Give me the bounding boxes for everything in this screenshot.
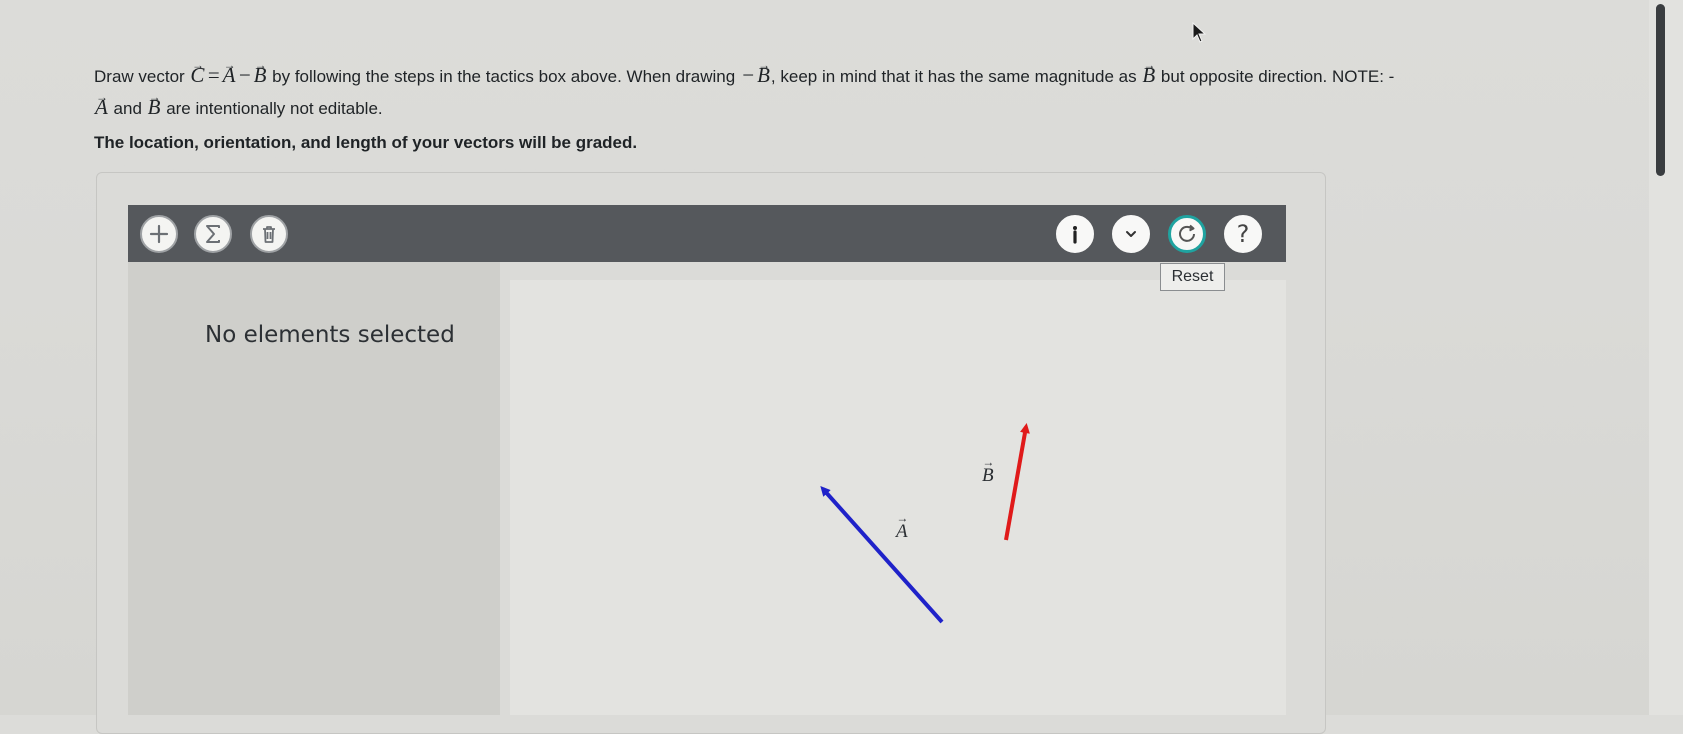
vector-a-symbol: A	[222, 60, 237, 91]
minus-symbol: −	[237, 63, 252, 87]
sigma-icon	[206, 225, 220, 243]
info-button[interactable]	[1056, 215, 1094, 253]
vector-b-symbol: B	[1141, 60, 1156, 91]
scrollbar-thumb[interactable]	[1656, 4, 1665, 176]
negative-sign: −	[740, 63, 756, 87]
vector-a-symbol: A	[94, 92, 109, 123]
options-dropdown-button[interactable]	[1112, 215, 1150, 253]
help-button[interactable]: ?	[1224, 215, 1262, 253]
prompt-text: and	[108, 99, 147, 118]
sum-button[interactable]	[194, 215, 232, 253]
reset-tooltip: Reset	[1160, 263, 1225, 291]
prompt-text: are intentionally not editable.	[161, 99, 383, 118]
delete-button[interactable]	[250, 215, 288, 253]
question-prompt: Draw vector C = A − B by following the s…	[94, 60, 1584, 124]
vector-a-label: A	[896, 521, 908, 543]
drawing-canvas[interactable]	[510, 280, 1286, 715]
vector-c-symbol: C	[189, 60, 205, 91]
vector-b-label: B	[982, 465, 994, 487]
plus-icon	[149, 224, 169, 244]
prompt-text: but opposite direction. NOTE: -	[1156, 67, 1395, 86]
mouse-cursor-icon	[1192, 21, 1208, 49]
reset-button[interactable]	[1168, 215, 1206, 253]
drawing-toolbar: ?	[128, 205, 1286, 262]
prompt-text: , keep in mind that it has the same magn…	[770, 67, 1142, 86]
info-icon	[1073, 226, 1077, 244]
vector-b-symbol: B	[253, 60, 268, 91]
vector-b-symbol: B	[756, 60, 771, 91]
grading-note: The location, orientation, and length of…	[94, 133, 638, 152]
scrollbar-track[interactable]	[1649, 0, 1683, 715]
vector-b-symbol: B	[147, 92, 162, 123]
prompt-text: by following the steps in the tactics bo…	[267, 67, 740, 86]
add-vector-button[interactable]	[140, 215, 178, 253]
chevron-down-icon	[1126, 231, 1136, 237]
selection-status: No elements selected	[205, 322, 455, 348]
prompt-text: Draw vector	[94, 67, 190, 86]
equals-symbol: =	[206, 63, 221, 87]
reset-icon	[1179, 224, 1195, 242]
question-icon: ?	[1236, 220, 1250, 248]
trash-icon	[263, 226, 275, 243]
